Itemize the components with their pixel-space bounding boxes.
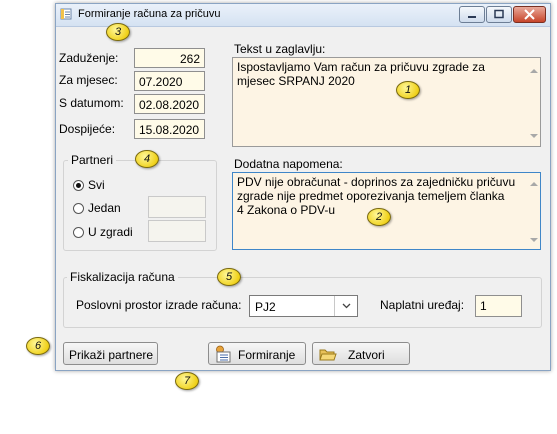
business-space-value: PJ2 [255, 300, 276, 314]
radio-jedan[interactable] [73, 203, 84, 214]
header-text-area[interactable]: Ispostavljamo Vam račun za pričuvu zgrad… [232, 57, 541, 147]
callout-1: 1 [396, 81, 420, 99]
jedan-partner-input[interactable] [148, 196, 206, 218]
dialog-window: Formiranje računa za pričuvu Zaduženje: … [55, 3, 551, 371]
chevron-down-icon [342, 303, 351, 309]
window-title: Formiranje računa za pričuvu [78, 8, 221, 20]
header-text-label: Tekst u zaglavlju: [234, 42, 326, 56]
generate-button[interactable]: Formiranje [208, 342, 306, 365]
close-icon [524, 9, 535, 20]
payment-device-label: Naplatni uređaj: [380, 298, 465, 312]
partners-group-title: Partneri [68, 153, 117, 167]
maximize-icon [494, 9, 504, 19]
minimize-icon [468, 16, 476, 18]
header-scroll-down-icon[interactable] [530, 134, 538, 138]
callout-5: 5 [217, 268, 241, 286]
radio-u-zgradi-label[interactable]: U zgradi [88, 225, 133, 239]
folder-close-icon [319, 349, 337, 361]
show-partners-label: Prikaži partnere [69, 348, 154, 362]
callout-7: 7 [175, 372, 199, 390]
za-mjesec-label: Za mjesec: [59, 73, 118, 87]
dospijece-input[interactable]: 15.08.2020 [134, 119, 205, 139]
close-button[interactable]: Zatvori [312, 342, 410, 365]
radio-svi[interactable] [73, 180, 84, 191]
payment-device-input[interactable]: 1 [475, 295, 522, 317]
form-app-icon [60, 8, 72, 20]
callout-2: 2 [367, 208, 391, 226]
radio-jedan-label[interactable]: Jedan [88, 201, 121, 215]
minimize-button[interactable] [459, 6, 485, 23]
close-window-button[interactable] [513, 6, 546, 23]
u-zgradi-input[interactable] [148, 220, 206, 242]
radio-svi-label[interactable]: Svi [88, 178, 105, 192]
note-scroll-up-icon[interactable] [530, 182, 538, 186]
radio-u-zgradi[interactable] [73, 227, 84, 238]
fiscal-group-title: Fiskalizacija računa [67, 270, 178, 284]
business-space-select[interactable]: PJ2 [249, 295, 358, 317]
dospijece-label: Dospijeće: [59, 122, 116, 136]
close-label: Zatvori [348, 348, 385, 362]
title-bar[interactable]: Formiranje računa za pričuvu [56, 4, 550, 27]
zaduzenje-input[interactable]: 262 [134, 48, 205, 68]
show-partners-button[interactable]: Prikaži partnere [63, 342, 158, 365]
header-scroll-up-icon[interactable] [530, 69, 538, 73]
callout-6: 6 [26, 337, 50, 355]
generate-label: Formiranje [238, 348, 296, 362]
generate-form-icon [216, 345, 231, 363]
s-datumom-input[interactable]: 02.08.2020 [134, 94, 205, 114]
note-label: Dodatna napomena: [234, 157, 343, 171]
maximize-button[interactable] [486, 6, 512, 23]
callout-3: 3 [106, 23, 130, 41]
dropdown-toggle[interactable] [334, 296, 358, 316]
s-datumom-label: S datumom: [59, 96, 124, 110]
business-space-label: Poslovni prostor izrade računa: [76, 298, 242, 312]
note-scroll-down-icon[interactable] [530, 238, 538, 242]
za-mjesec-input[interactable]: 07.2020 [134, 71, 205, 91]
zaduzenje-label: Zaduženje: [59, 51, 119, 65]
callout-4: 4 [135, 150, 159, 168]
